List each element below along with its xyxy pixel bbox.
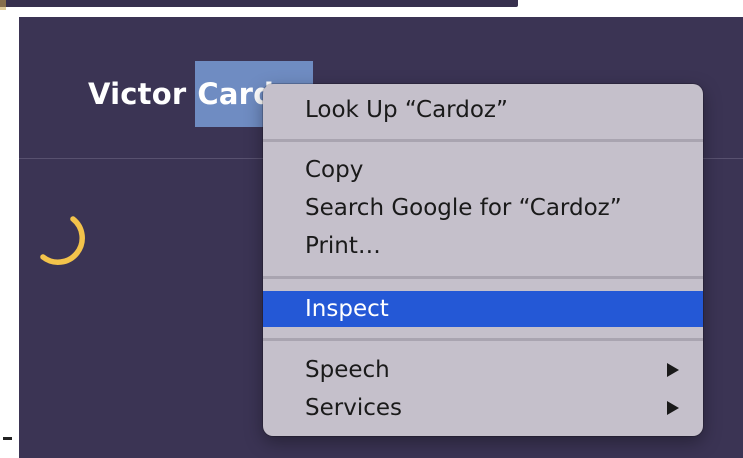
menu-separator [263, 139, 703, 142]
context-menu: Look Up “Cardoz” Copy Search Google for … [263, 84, 703, 436]
menu-item-label: Search Google for “Cardoz” [305, 195, 622, 221]
menu-item-label: Speech [305, 357, 390, 383]
menu-item-label: Services [305, 395, 402, 421]
menu-item-copy[interactable]: Copy [263, 152, 703, 188]
menu-separator [263, 338, 703, 341]
menu-item-label: Look Up “Cardoz” [305, 97, 508, 123]
menu-item-search-google[interactable]: Search Google for “Cardoz” [263, 190, 703, 226]
menu-separator [263, 276, 703, 279]
menu-item-label: Inspect [305, 296, 389, 322]
menu-item-label: Copy [305, 157, 364, 183]
menu-item-print[interactable]: Print… [263, 228, 703, 264]
menu-item-look-up[interactable]: Look Up “Cardoz” [263, 92, 703, 128]
background-window-edge [0, 0, 518, 7]
loading-spinner-icon [40, 216, 85, 265]
background-window-accent [0, 0, 6, 10]
chevron-right-icon [667, 363, 679, 377]
name-first-text[interactable]: Victor [88, 77, 186, 111]
background-mark [3, 437, 12, 440]
menu-item-services[interactable]: Services [263, 390, 703, 426]
chevron-right-icon [667, 401, 679, 415]
screenshot-canvas: Victor Cardoz Look Up “Cardoz” Copy Sear… [0, 0, 743, 458]
menu-item-label: Print… [305, 233, 381, 259]
menu-item-inspect[interactable]: Inspect [263, 291, 703, 327]
menu-item-speech[interactable]: Speech [263, 352, 703, 388]
